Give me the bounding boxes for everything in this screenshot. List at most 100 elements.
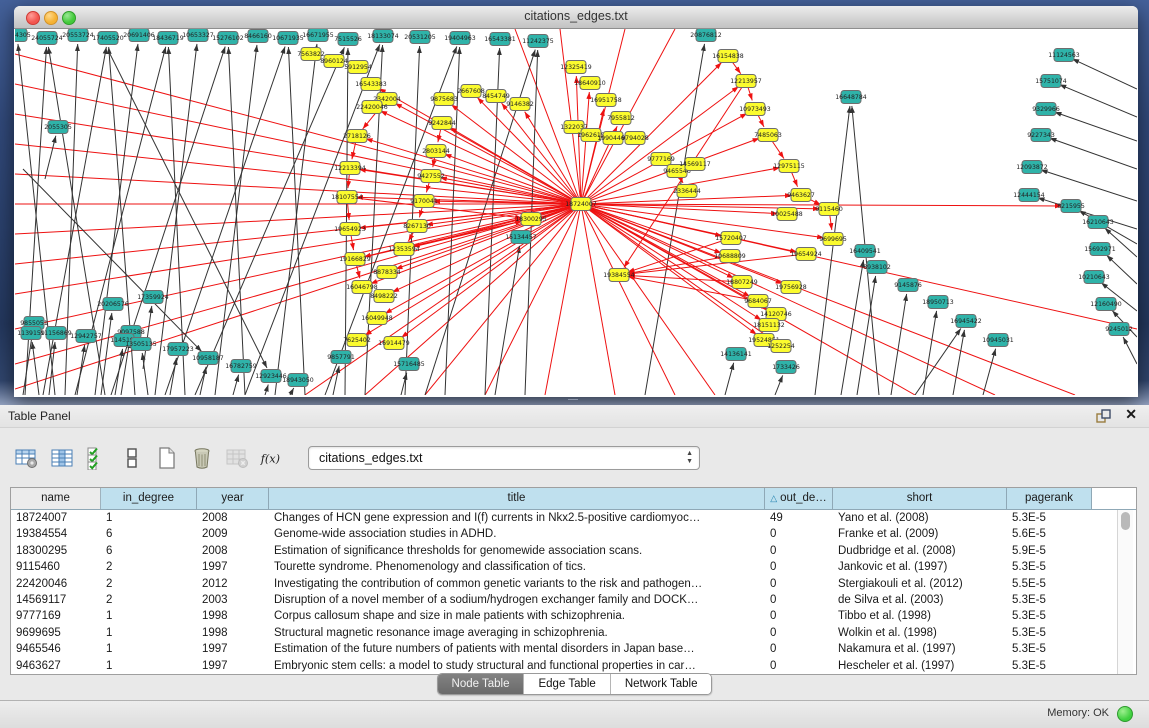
graph-node[interactable]: 15692971 [1084,243,1116,256]
column-header-name[interactable]: name [11,488,101,509]
table-scrollbar-thumb[interactable] [1121,512,1130,530]
graph-node[interactable]: 2667608 [457,85,485,98]
graph-node[interactable]: 9427552 [417,170,445,183]
graph-node[interactable]: 20531205 [404,31,436,44]
graph-node[interactable]: 19166829 [339,253,371,266]
graph-node[interactable]: 9227343 [1027,129,1055,142]
graph-node[interactable]: 9857791 [327,351,355,364]
graph-node[interactable]: 2055305 [44,121,72,134]
graph-node[interactable]: 10210643 [1078,271,1110,284]
graph-node[interactable]: 9170041 [410,195,438,208]
graph-node[interactable]: 9684067 [744,295,772,308]
graph-node[interactable]: 7625402 [343,334,371,347]
graph-node[interactable]: 16543383 [355,78,387,91]
graph-node[interactable]: 19654923 [334,223,366,236]
graph-node[interactable]: 12975115 [773,160,805,173]
graph-node[interactable]: 10945031 [982,334,1014,347]
graph-node[interactable]: 16409541 [849,245,881,258]
graph-node[interactable]: 1733426 [772,361,800,374]
select-columns-icon[interactable] [84,445,110,471]
column-header-out-degree[interactable]: △out_de… [765,488,833,509]
graph-node[interactable]: 15134457 [505,231,537,244]
graph-node[interactable]: 16945422 [950,315,982,328]
table-scrollbar[interactable] [1117,510,1133,674]
table-row[interactable]: 911546021997Tourette syndrome. Phenomeno… [11,559,1136,575]
graph-node[interactable]: 8498222 [370,290,398,303]
column-header-in-degree[interactable]: in_degree [101,488,197,509]
graph-node[interactable]: 17957223 [162,343,194,356]
table-row[interactable]: 1830029562008Estimation of significance … [11,543,1136,559]
graph-node[interactable]: 2718126 [343,130,371,143]
graph-node[interactable]: 16210643 [1082,216,1114,229]
graph-node[interactable]: 5912954 [344,61,372,74]
graph-node[interactable]: 9145876 [894,279,922,292]
graph-node[interactable]: 9777169 [647,153,675,166]
graph-node[interactable]: 8466160 [244,30,272,43]
tab-network-table[interactable]: Network Table [611,674,712,694]
close-panel-icon[interactable]: ✕ [1125,406,1137,423]
graph-node[interactable]: 10688809 [714,250,746,263]
graph-node[interactable]: 20553724 [62,29,94,42]
graph-node[interactable]: 7485063 [754,129,782,142]
graph-node[interactable]: 12093872 [1016,161,1048,174]
graph-node[interactable]: 8878334 [373,266,401,279]
graph-node[interactable]: 8267130 [403,220,431,233]
graph-node[interactable]: 16543381 [484,33,516,46]
graph-node[interactable]: 16914479 [378,337,410,350]
graph-node[interactable]: 9463627 [787,189,815,202]
graph-node[interactable]: 2803144 [422,145,450,158]
graph-node[interactable]: 19654924 [790,248,822,261]
network-window[interactable]: citations_edges.txt 18724007756382289601… [14,6,1138,397]
graph-node[interactable]: 8938102 [863,261,891,274]
table-settings-icon[interactable] [14,445,40,471]
graph-node[interactable]: 19404963 [444,32,476,45]
graph-node[interactable]: 7515526 [334,33,362,46]
graph-node[interactable]: 16782759 [225,360,257,373]
graph-node[interactable]: 20206576 [97,298,129,311]
graph-node[interactable]: 9329966 [1032,103,1060,116]
graph-node[interactable]: 18950713 [922,296,954,309]
table-row[interactable]: 977716911998Corpus callosum shape and si… [11,608,1136,624]
graph-node[interactable]: 18640910 [574,77,606,90]
graph-node[interactable]: 16671955 [302,29,334,42]
graph-node[interactable]: 20876812 [690,29,722,42]
graph-node[interactable]: 14136141 [720,348,752,361]
tab-edge-table[interactable]: Edge Table [524,674,610,694]
table-row[interactable]: 969969511998Structural magnetic resonanc… [11,625,1136,641]
function-builder-icon[interactable]: f(x) [259,445,285,471]
column-header-year[interactable]: year [197,488,269,509]
graph-node[interactable]: 12213394 [334,162,366,175]
graph-node[interactable]: 2336444 [673,185,701,198]
graph-node[interactable]: 12213957 [730,75,762,88]
graph-node[interactable]: 9699695 [819,233,847,246]
graph-node[interactable]: 10973493 [739,103,771,116]
graph-node[interactable]: 12444154 [1013,189,1045,202]
table-row[interactable]: 1456911722003Disruption of a novel membe… [11,592,1136,608]
graph-node[interactable]: 9146382 [506,98,534,111]
graph-node[interactable]: 7955812 [607,112,635,125]
row-height-icon[interactable] [119,445,145,471]
graph-node[interactable]: 11124563 [1048,49,1080,62]
graph-node[interactable]: 18436719 [152,32,184,45]
graph-node[interactable]: 16049948 [361,312,393,325]
table-row[interactable]: 946554611997Estimation of the future num… [11,641,1136,657]
graph-node[interactable]: 18943050 [282,374,314,387]
column-header-title[interactable]: title [269,488,765,509]
graph-node[interactable]: 20691406 [123,29,155,42]
graph-node[interactable]: 15720407 [715,232,747,245]
new-table-icon[interactable] [154,445,180,471]
show-columns-icon[interactable] [49,445,75,471]
graph-node[interactable]: 18133074 [367,30,399,43]
column-header-short[interactable]: short [833,488,1007,509]
graph-node[interactable]: 16951758 [590,94,622,107]
graph-node[interactable]: 15276102 [212,32,244,45]
graph-node[interactable]: 1252254 [767,340,795,353]
graph-node[interactable]: 10671935 [272,32,304,45]
graph-node[interactable]: 10025488 [771,208,803,221]
graph-node[interactable]: 15716485 [393,358,425,371]
graph-node[interactable]: 16154838 [712,50,744,63]
table-selector-dropdown[interactable]: citations_edges.txt ▲▼ [308,446,700,470]
graph-node[interactable]: 9245012 [1105,323,1133,336]
table-row[interactable]: 946362711997Embryonic stem cells: a mode… [11,658,1136,674]
graph-node[interactable]: 24055724 [31,32,63,45]
